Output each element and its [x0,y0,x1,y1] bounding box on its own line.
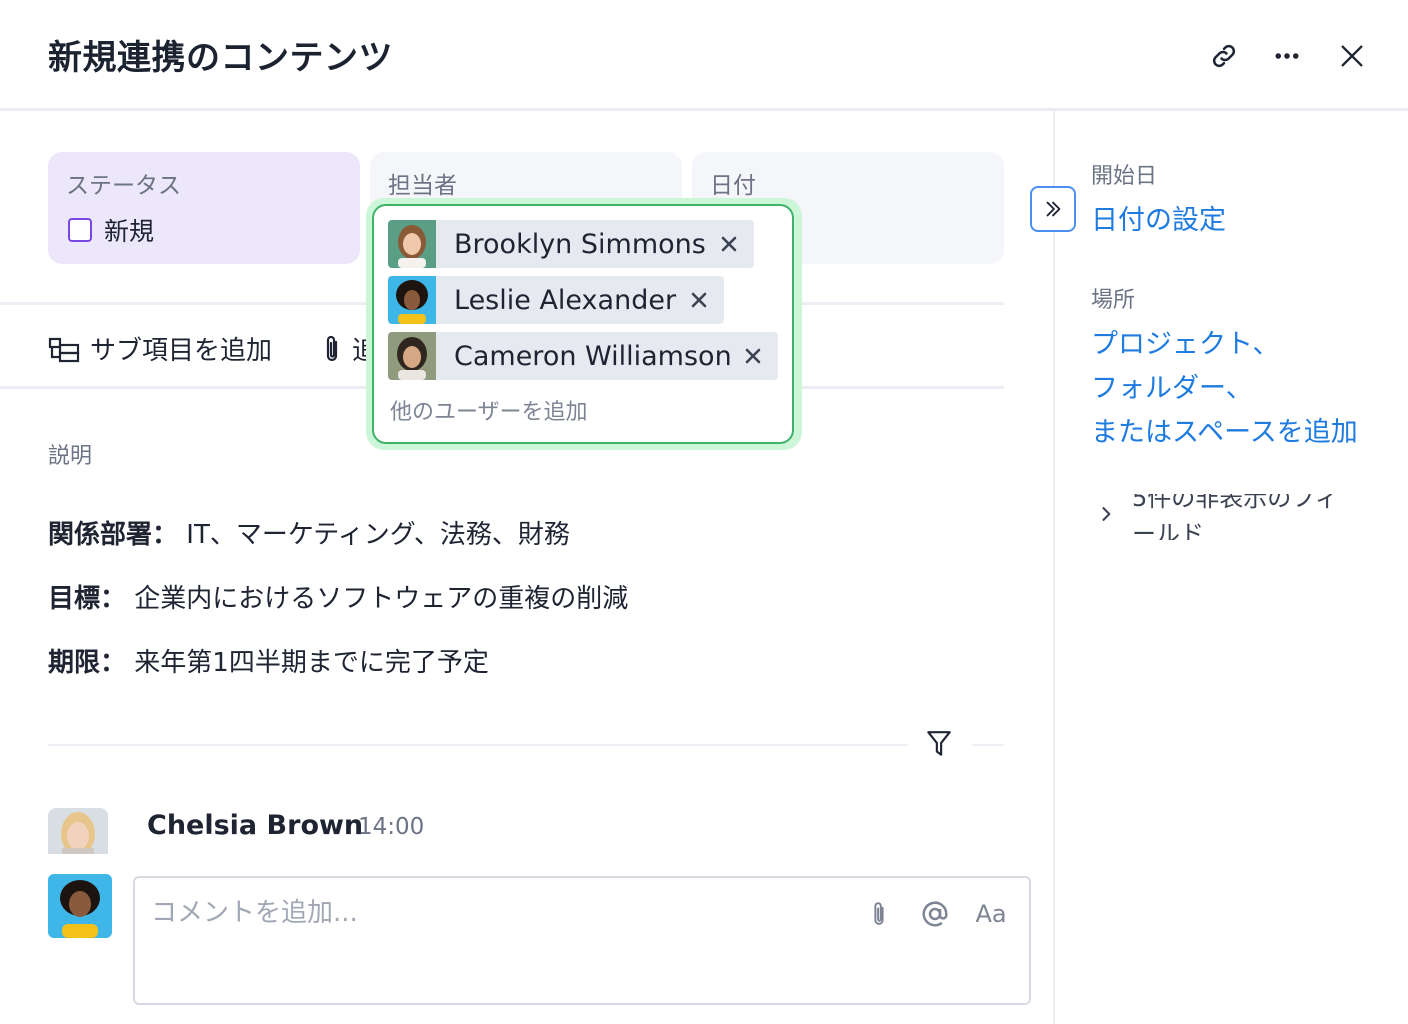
format-label: Aa [975,900,1007,928]
description-line: 関係部署： IT、マーケティング、法務、財務 [48,514,570,551]
avatar [388,332,436,380]
activity-divider [48,744,908,746]
add-user-input[interactable]: 他のユーザーを追加 [390,394,588,426]
assignee-label: 担当者 [388,173,457,199]
status-text: 新規 [104,217,155,246]
format-button[interactable]: Aa [973,896,1009,932]
more-icon [1275,53,1299,59]
status-checkbox-icon [68,218,92,242]
filter-icon [927,731,951,756]
assignee-name: Leslie Alexander [454,284,677,316]
close-icon [721,236,737,252]
activity-divider [972,744,1004,746]
hidden-fields-toggle[interactable]: 5件の非表示のフィールド [1096,494,1356,540]
page-title: 新規連携のコンテンツ [48,38,393,78]
at-icon [922,901,948,927]
paperclip-icon [874,902,884,925]
copy-link-button[interactable] [1202,34,1246,78]
date-label: 日付 [710,173,756,199]
close-icon [691,292,707,308]
avatar [48,808,108,854]
link-icon [1212,44,1236,68]
mention-button[interactable] [917,896,953,932]
filter-button[interactable] [922,726,956,762]
assignee-name: Cameron Williamson [454,340,732,372]
description-value: 企業内におけるソフトウェアの重複の削減 [134,584,629,614]
description-value: IT、マーケティング、法務、財務 [186,520,570,550]
close-icon [1341,45,1363,67]
remove-assignee-button[interactable] [738,341,768,371]
assignee-chip[interactable]: Brooklyn Simmons [388,220,754,268]
comment-input[interactable]: コメントを追加... Aa [133,876,1031,1005]
close-icon [745,348,761,364]
location-link[interactable]: フォルダー、 [1091,366,1253,405]
comment-placeholder: コメントを追加... [151,898,358,928]
subitem-icon [48,337,80,362]
assignee-popover: Brooklyn Simmons Leslie Alexander Camero… [372,204,794,444]
current-user-avatar [48,874,112,938]
panel-divider [1053,111,1055,1024]
description-key: 期限： [48,648,127,678]
description-key: 目標： [48,584,127,614]
start-date-label: 開始日 [1091,164,1158,189]
avatar [388,220,436,268]
add-subitem-label: サブ項目を追加 [90,336,273,366]
description-line: 期限： 来年第1四半期までに完了予定 [48,642,489,679]
comment-author: Chelsia Brown [147,810,364,841]
more-button[interactable] [1265,34,1309,78]
assignee-name: Brooklyn Simmons [454,228,706,260]
location-link[interactable]: またはスペースを追加 [1091,410,1358,449]
paperclip-icon [326,335,338,361]
remove-assignee-button[interactable] [714,229,744,259]
double-chevron-right-icon [1046,201,1061,217]
comment-time: 14:00 [358,814,425,840]
hidden-fields-label: 5件の非表示のフィールド [1132,494,1339,540]
comment-attach-button[interactable] [861,896,897,932]
status-label: ステータス [66,173,181,199]
collapse-panel-button[interactable] [1030,186,1076,232]
chevron-right-icon [1102,507,1111,521]
header: 新規連携のコンテンツ [0,0,1408,111]
remove-assignee-button[interactable] [684,285,714,315]
location-link[interactable]: プロジェクト、 [1091,322,1279,361]
assignee-chip[interactable]: Cameron Williamson [388,332,778,380]
assignee-chip[interactable]: Leslie Alexander [388,276,724,324]
avatar [388,276,436,324]
close-button[interactable] [1330,34,1374,78]
description-key: 関係部署： [48,520,179,550]
description-label: 説明 [48,444,93,469]
set-date-link[interactable]: 日付の設定 [1091,198,1226,237]
add-subitem-button[interactable]: サブ項目を追加 [48,330,272,367]
description-value: 来年第1四半期までに完了予定 [134,648,489,678]
location-label: 場所 [1091,288,1136,313]
status-field[interactable]: ステータス 新規 [48,152,360,264]
description-line: 目標： 企業内におけるソフトウェアの重複の削減 [48,578,628,615]
status-value[interactable]: 新規 [68,212,154,248]
